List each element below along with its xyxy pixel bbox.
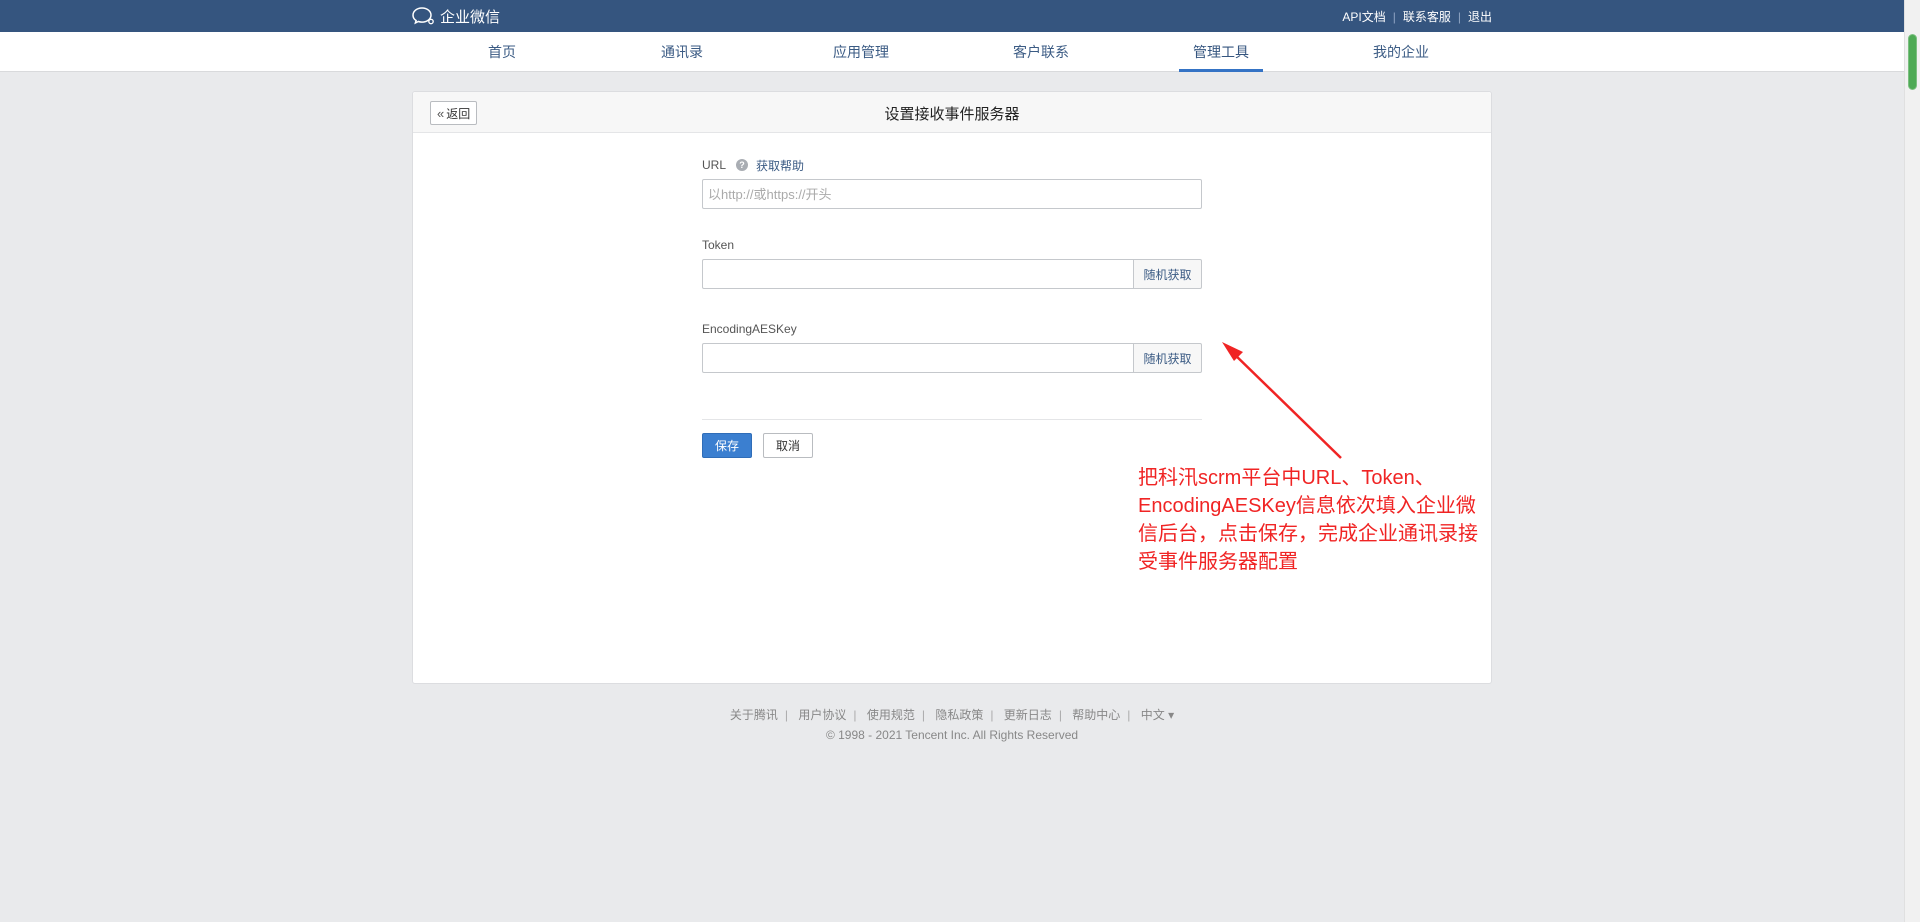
separator: |: [1392, 9, 1396, 24]
separator: |: [784, 708, 788, 722]
token-label-row: Token: [702, 237, 1202, 253]
separator: |: [1058, 708, 1062, 722]
save-button[interactable]: 保存: [702, 433, 752, 458]
form-divider: [702, 419, 1202, 420]
scrollbar-thumb[interactable]: [1908, 34, 1917, 90]
logout-link[interactable]: 退出: [1468, 8, 1492, 25]
server-form: URL ? 获取帮助 Token 随机获取 EncodingAESKey 随机获…: [702, 157, 1202, 373]
url-label: URL: [702, 158, 727, 172]
cancel-button[interactable]: 取消: [763, 433, 813, 458]
footer-links: 关于腾讯 | 用户协议 | 使用规范 | 隐私政策 | 更新日志 | 帮助中心 | 中文 ▾: [0, 706, 1904, 723]
top-bar: 企业微信 API文档 | 联系客服 | 退出: [0, 0, 1904, 32]
wework-logo-icon: [412, 7, 434, 25]
form-actions: 保存 取消: [702, 433, 813, 458]
api-docs-link[interactable]: API文档: [1342, 8, 1385, 25]
separator: |: [1127, 708, 1131, 722]
annotation-text: 把科汛scrm平台中URL、Token、EncodingAESKey信息依次填入…: [1138, 467, 1478, 573]
token-label: Token: [702, 238, 735, 252]
logo-text: 企业微信: [440, 8, 501, 26]
top-bar-inner: 企业微信 API文档 | 联系客服 | 退出: [412, 0, 1492, 32]
nav-tab-enterprise[interactable]: 我的企业: [1341, 32, 1461, 72]
separator: |: [853, 708, 857, 722]
token-input[interactable]: [702, 259, 1134, 289]
copyright: © 1998 - 2021 Tencent Inc. All Rights Re…: [825, 728, 1079, 742]
support-link[interactable]: 联系客服: [1403, 8, 1451, 25]
language-selector[interactable]: 中文 ▾: [1141, 708, 1174, 722]
page-scrollbar[interactable]: [1904, 0, 1920, 922]
separator: |: [921, 708, 925, 722]
token-input-group: 随机获取: [702, 259, 1202, 289]
get-help-link[interactable]: 获取帮助: [756, 157, 804, 174]
aes-input-group: 随机获取: [702, 343, 1202, 373]
footer-link-privacy[interactable]: 隐私政策: [935, 708, 983, 722]
token-random-button[interactable]: 随机获取: [1134, 259, 1202, 289]
aes-random-button[interactable]: 随机获取: [1134, 343, 1202, 373]
aes-label-row: EncodingAESKey: [702, 321, 1202, 337]
nav-tab-contacts[interactable]: 通讯录: [622, 32, 742, 72]
nav-tab-home[interactable]: 首页: [442, 32, 562, 72]
nav-tab-tools[interactable]: 管理工具: [1161, 32, 1281, 72]
card-header: « 返回 设置接收事件服务器: [413, 92, 1491, 133]
footer-link-about[interactable]: 关于腾讯: [730, 708, 778, 722]
url-input[interactable]: [702, 179, 1202, 209]
page-title: 设置接收事件服务器: [884, 106, 1020, 123]
aes-key-input[interactable]: [702, 343, 1134, 373]
footer-link-rules[interactable]: 使用规范: [867, 708, 915, 722]
footer-link-help[interactable]: 帮助中心: [1072, 708, 1120, 722]
url-label-row: URL ? 获取帮助: [702, 157, 1202, 173]
settings-card: « 返回 设置接收事件服务器 URL ? 获取帮助 Token 随机获取 Enc…: [412, 91, 1492, 684]
footer-link-agreement[interactable]: 用户协议: [798, 708, 846, 722]
logo[interactable]: 企业微信: [412, 6, 500, 26]
nav-tab-apps[interactable]: 应用管理: [801, 32, 921, 72]
footer-link-changelog[interactable]: 更新日志: [1004, 708, 1052, 722]
question-icon[interactable]: ?: [736, 159, 749, 171]
top-links: API文档 | 联系客服 | 退出: [1342, 8, 1492, 25]
separator: |: [990, 708, 994, 722]
aes-key-label: EncodingAESKey: [702, 322, 797, 336]
nav-tab-customer[interactable]: 客户联系: [981, 32, 1101, 72]
separator: |: [1457, 9, 1461, 24]
main-nav: 首页 通讯录 应用管理 客户联系 管理工具 我的企业: [0, 32, 1904, 72]
